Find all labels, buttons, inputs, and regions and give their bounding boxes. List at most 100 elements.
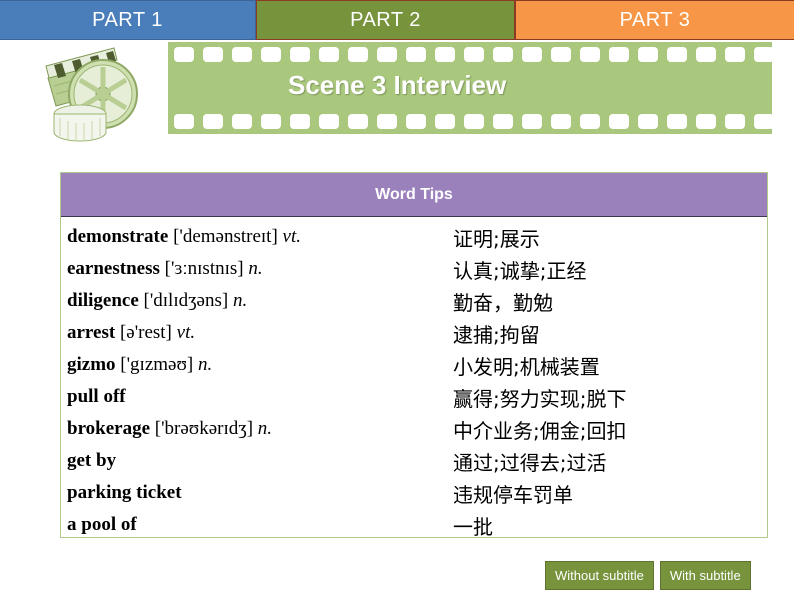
word-term: earnestness (67, 258, 160, 279)
filmstrip-perforation (464, 114, 484, 129)
subtitle-button-group: Without subtitle With subtitle (545, 561, 751, 590)
tab-part-1-label: PART 1 (92, 8, 163, 31)
filmstrip-perforation (290, 114, 310, 129)
word-translation-chinese: 通过;过得去;过活 (453, 450, 607, 475)
word-entry-english: demonstrate ['demənstreɪt] vt. (61, 226, 453, 248)
word-pronunciation: ['brəʊkərɪdʒ] (154, 418, 254, 439)
word-tips-row: parking ticket 违规停车罚单 (61, 477, 767, 509)
word-entry-english: parking ticket (61, 482, 453, 504)
word-tips-body: demonstrate ['demənstreɪt] vt. 证明;展示 earne… (61, 217, 767, 541)
word-part-of-speech: vt. (282, 226, 301, 247)
filmstrip-perforation (377, 47, 397, 62)
word-tips-row: gizmo ['gɪzməʊ] n. 小发明;机械装置 (61, 349, 767, 381)
word-term: brokerage (67, 418, 151, 439)
word-tips-row: diligence ['dɪlɪdʒəns] n. 勤奋，勤勉 (61, 285, 767, 317)
word-pronunciation: ['ɜːnɪstnɪs] (164, 258, 244, 279)
word-entry-english: gizmo ['gɪzməʊ] n. (61, 354, 453, 376)
filmstrip-perforation (638, 114, 658, 129)
word-translation-chinese: 认真;诚挚;正经 (453, 258, 587, 283)
filmstrip-perforation (522, 47, 542, 62)
word-translation-chinese: 违规停车罚单 (453, 482, 573, 507)
filmstrip-perforation (667, 114, 687, 129)
word-pronunciation: ['gɪzməʊ] (120, 354, 194, 375)
word-tips-row: a pool of 一批 (61, 509, 767, 541)
filmstrip-perforation (696, 114, 716, 129)
filmstrip-perforation (493, 114, 513, 129)
word-entry-english: pull off (61, 386, 453, 408)
filmstrip-perforation (261, 47, 281, 62)
filmstrip-perforation (203, 47, 223, 62)
word-entry-english: diligence ['dɪlɪdʒəns] n. (61, 290, 453, 312)
filmstrip-perforation (609, 114, 629, 129)
word-part-of-speech: n. (248, 258, 263, 279)
filmstrip-perforation (290, 47, 310, 62)
word-tips-row: get by 通过;过得去;过活 (61, 445, 767, 477)
word-tips-header: Word Tips (61, 173, 767, 217)
word-term: arrest (67, 322, 116, 343)
scene-banner: Scene 3 Interview (168, 42, 772, 134)
word-term: demonstrate (67, 226, 169, 247)
word-tips-row: arrest [ə'rest] vt. 逮捕;拘留 (61, 317, 767, 349)
filmstrip-perforation (754, 47, 772, 62)
filmstrip-perforation (725, 114, 745, 129)
filmstrip-perforation (725, 47, 745, 62)
part-tabbar: PART 1 PART 2 PART 3 (0, 0, 794, 40)
word-entry-english: get by (61, 450, 453, 472)
word-part-of-speech: vt. (176, 322, 196, 343)
filmstrip-perforation (464, 47, 484, 62)
filmstrip-perforation (232, 47, 252, 62)
word-part-of-speech: n. (197, 354, 213, 375)
filmstrip-perforation (522, 114, 542, 129)
tab-part-2[interactable]: PART 2 (256, 0, 515, 40)
filmstrip-perforation (580, 114, 600, 129)
word-term: gizmo (67, 354, 116, 375)
tab-part-3-label: PART 3 (619, 8, 691, 31)
word-tips-row: demonstrate ['demənstreɪt] vt. 证明;展示 (61, 221, 767, 253)
filmstrip-perforation (232, 114, 252, 129)
scene-title: Scene 3 Interview (288, 70, 507, 100)
filmstrip-perforation (348, 47, 368, 62)
word-translation-chinese: 勤奋，勤勉 (453, 290, 553, 315)
filmstrip-perforation (435, 114, 455, 129)
word-translation-chinese: 小发明;机械装置 (453, 354, 600, 379)
word-term: parking ticket (67, 482, 182, 503)
filmstrip-perforation (203, 114, 223, 129)
word-part-of-speech: n. (232, 290, 248, 311)
word-pronunciation: ['dɪlɪdʒəns] (143, 290, 229, 311)
word-translation-chinese: 中介业务;佣金;回扣 (453, 418, 627, 443)
filmstrip-perforation (551, 114, 571, 129)
word-translation-chinese: 赢得;努力实现;脱下 (453, 386, 627, 411)
filmstrip-perforation (493, 47, 513, 62)
word-tips-row: brokerage ['brəʊkərɪdʒ] n. 中介业务;佣金;回扣 (61, 413, 767, 445)
filmstrip-perforation (319, 114, 339, 129)
tab-part-1[interactable]: PART 1 (0, 0, 256, 40)
word-tips-row: earnestness ['ɜːnɪstnɪs] n. 认真;诚挚;正经 (61, 253, 767, 285)
filmstrip-perforation (754, 114, 772, 129)
filmstrip-perforation (696, 47, 716, 62)
filmstrip-perforation (638, 47, 658, 62)
filmstrip-perforation (435, 47, 455, 62)
word-part-of-speech: n. (257, 418, 273, 439)
word-entry-english: arrest [ə'rest] vt. (61, 322, 453, 344)
filmstrip-perforation (609, 47, 629, 62)
filmstrip-perforation (319, 47, 339, 62)
word-pronunciation: [ə'rest] (119, 322, 172, 343)
word-pronunciation: ['demənstreɪt] (173, 226, 278, 247)
tab-part-3[interactable]: PART 3 (515, 0, 794, 40)
word-tips-row: pull off 赢得;努力实现;脱下 (61, 381, 767, 413)
with-subtitle-button[interactable]: With subtitle (659, 561, 751, 590)
word-translation-chinese: 逮捕;拘留 (453, 322, 540, 347)
filmstrip-perforation (551, 47, 571, 62)
film-roll-icon (53, 104, 107, 142)
filmstrip-perforations-top (168, 47, 772, 62)
filmstrip-perforation (348, 114, 368, 129)
without-subtitle-button[interactable]: Without subtitle (545, 561, 654, 590)
film-art-group (45, 47, 138, 142)
word-term: pull off (67, 386, 126, 407)
word-entry-english: earnestness ['ɜːnɪstnɪs] n. (61, 258, 453, 280)
filmstrip-perforation (667, 47, 687, 62)
filmstrip-perforation (406, 47, 426, 62)
word-tips-table: Word Tips demonstrate ['demənstreɪt] vt.… (60, 172, 768, 541)
word-translation-chinese: 证明;展示 (453, 226, 540, 251)
word-translation-chinese: 一批 (453, 514, 493, 539)
